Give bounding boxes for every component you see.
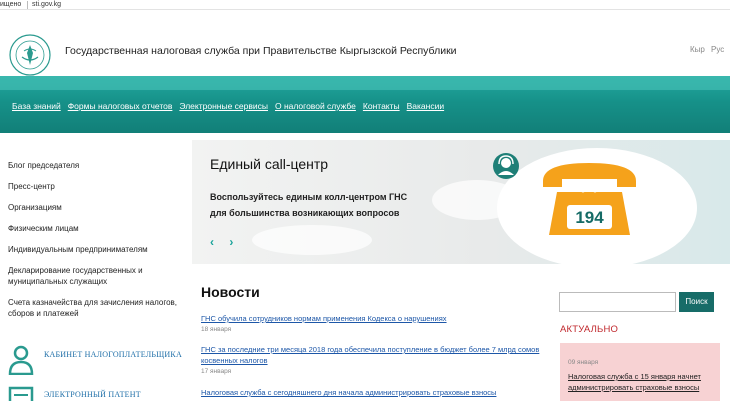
banner-title: Единый call-центр	[210, 156, 329, 172]
news-link[interactable]: Налоговая служба с сегодняшнего дня нача…	[201, 387, 541, 398]
nav-item-knowledge-base[interactable]: База знаний	[12, 101, 61, 111]
chevron-right-icon[interactable]: ›	[229, 235, 233, 249]
nav-item-about[interactable]: О налоговой службе	[275, 101, 356, 111]
address-separator	[27, 1, 28, 9]
actual-link[interactable]: Налоговая служба с 15 января начнет адми…	[568, 371, 716, 393]
site-title[interactable]: Государственная налоговая служба при Пра…	[65, 45, 457, 57]
nav-item-e-services[interactable]: Электронные сервисы	[179, 101, 268, 111]
search-button[interactable]: Поиск	[679, 292, 714, 312]
nav-stripe	[0, 76, 730, 90]
security-indicator[interactable]: ищено	[0, 0, 21, 9]
news-item: Налоговая служба с сегодняшнего дня нача…	[201, 387, 541, 398]
lang-russian-link[interactable]: Рус	[711, 45, 724, 54]
news-link[interactable]: ГНС за последние три месяца 2018 года об…	[201, 344, 541, 366]
chevron-left-icon[interactable]: ‹	[210, 235, 214, 249]
call-center-banner[interactable]: Единый call-центр Воспользуйтесь единым …	[192, 140, 730, 268]
sidebar-item-press-center[interactable]: Пресс-центр	[8, 181, 188, 192]
main-nav: База знаний Формы налоговых отчетов Элек…	[0, 76, 730, 133]
e-patent-link[interactable]: Электронный патент	[8, 386, 188, 401]
search-input[interactable]	[559, 292, 676, 312]
news-date: 18 января	[201, 326, 232, 333]
taxpayer-cabinet-label: Кабинет налогоплательщика	[44, 350, 182, 359]
phone-icon: 194	[543, 163, 636, 235]
actual-box: 09 января Налоговая служба с 15 января н…	[560, 343, 720, 401]
actual-date: 09 января	[568, 359, 599, 366]
news-link[interactable]: ГНС обучила сотрудников нормам применени…	[201, 313, 541, 324]
news-heading: Новости	[201, 284, 260, 300]
call-center-number: 194	[575, 208, 604, 227]
site-header: Государственная налоговая служба при Пра…	[0, 30, 730, 76]
news-section: Новости ГНС обучила сотрудников нормам п…	[192, 264, 547, 401]
right-column: Поиск АКТУАЛЬНО 09 января Налоговая служ…	[555, 285, 730, 401]
emblem-logo-icon[interactable]	[8, 33, 52, 77]
address-bar[interactable]: ищено sti.gov.kg	[0, 0, 730, 10]
document-icon	[8, 386, 34, 401]
sidebar-item-organizations[interactable]: Организациям	[8, 202, 188, 213]
user-icon	[8, 345, 34, 375]
nav-item-contacts[interactable]: Контакты	[363, 101, 400, 111]
actual-heading: АКТУАЛЬНО	[560, 324, 619, 335]
news-date: 17 января	[201, 368, 232, 375]
nav-item-vacancies[interactable]: Вакансии	[407, 101, 444, 111]
sidebar-item-declarations[interactable]: Декларирование государственных и муницип…	[8, 265, 188, 287]
nav-item-tax-forms[interactable]: Формы налоговых отчетов	[68, 101, 173, 111]
news-item: ГНС обучила сотрудников нормам применени…	[201, 313, 541, 333]
sidebar: Блог председателя Пресс-центр Организаци…	[0, 140, 192, 401]
sidebar-item-entrepreneurs[interactable]: Индивидуальным предпринимателям	[8, 244, 188, 255]
headset-operator-icon	[493, 153, 519, 179]
banner-text: Воспользуйтесь единым колл-центром ГНС д…	[210, 192, 408, 218]
sidebar-item-chair-blog[interactable]: Блог председателя	[8, 160, 188, 171]
e-patent-label: Электронный патент	[44, 390, 141, 399]
sidebar-item-individuals[interactable]: Физическим лицам	[8, 223, 188, 234]
lang-kyrgyz-link[interactable]: Кыр	[690, 45, 705, 54]
sidebar-item-treasury-accounts[interactable]: Счета казначейства для зачисления налого…	[8, 297, 188, 319]
news-item: ГНС за последние три месяца 2018 года об…	[201, 344, 541, 375]
taxpayer-cabinet-link[interactable]: Кабинет налогоплательщика	[8, 345, 188, 375]
banner-arrows: ‹ ›	[210, 235, 245, 249]
url-text[interactable]: sti.gov.kg	[32, 0, 61, 9]
cloud-shape	[252, 225, 372, 255]
